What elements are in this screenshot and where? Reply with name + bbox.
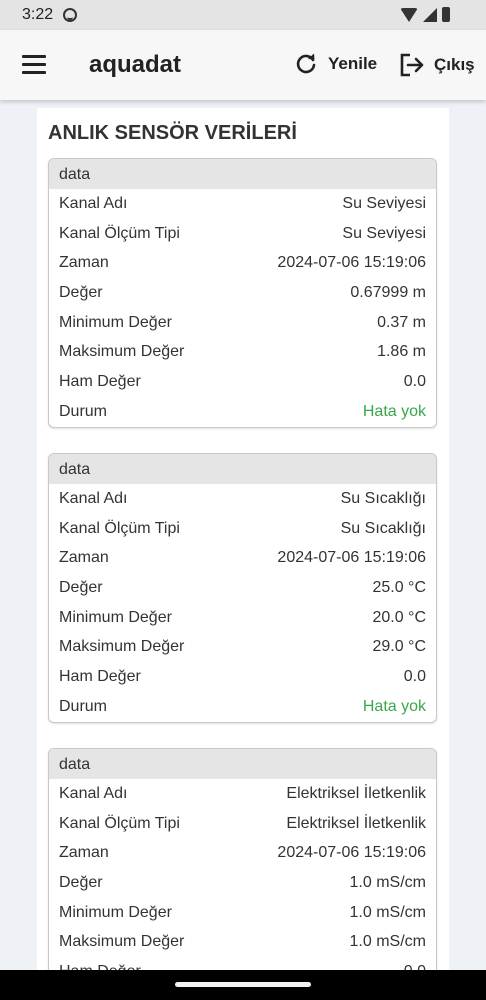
row-value: Su Sıcaklığı	[340, 489, 426, 507]
row-value: Su Seviyesi	[342, 194, 426, 212]
data-row: Maksimum Değer 29.0 °C	[49, 632, 436, 662]
row-label: Değer	[59, 283, 103, 301]
row-value: 2024-07-06 15:19:06	[277, 254, 426, 272]
data-row: Kanal Adı Elektriksel İletkenlik	[49, 779, 436, 809]
battery-icon	[442, 7, 450, 22]
data-row: Minimum Değer 20.0 °C	[49, 603, 436, 633]
navigation-bar	[0, 970, 486, 1000]
page-title: ANLIK SENSÖR VERİLERİ	[48, 122, 297, 144]
row-label: Değer	[59, 578, 103, 596]
row-label: Minimum Değer	[59, 313, 172, 331]
sensor-card: data Kanal Adı Su Sıcaklığı Kanal Ölçüm T…	[48, 453, 437, 723]
row-label: Kanal Ölçüm Tipi	[59, 519, 180, 537]
row-value: 1.0 mS/cm	[349, 933, 426, 951]
app-bar: aquadat Yenile Çıkış	[0, 30, 486, 100]
data-row: Minimum Değer 1.0 mS/cm	[49, 898, 436, 928]
row-value: 2024-07-06 15:19:06	[277, 844, 426, 862]
row-label: Kanal Adı	[59, 489, 128, 507]
row-label: Kanal Adı	[59, 784, 128, 802]
row-label: Minimum Değer	[59, 608, 172, 626]
data-row: Ham Değer 0.0	[49, 367, 436, 397]
data-row: Kanal Adı Su Seviyesi	[49, 189, 436, 219]
data-row: Değer 1.0 mS/cm	[49, 868, 436, 898]
data-row: Ham Değer 0.0	[49, 662, 436, 692]
sensor-card: data Kanal Adı Elektriksel İletkenlik Kan…	[48, 748, 437, 978]
status-badge: Hata yok	[362, 697, 426, 715]
row-value: 0.0	[403, 372, 426, 390]
row-value: Su Sıcaklığı	[340, 519, 426, 537]
data-row: Maksimum Değer 1.86 m	[49, 337, 436, 367]
status-bar: 3:22	[0, 0, 486, 30]
row-label: Ham Değer	[59, 372, 141, 390]
data-row: Minimum Değer 0.37 m	[49, 308, 436, 338]
data-row: Zaman 2024-07-06 15:19:06	[49, 838, 436, 868]
row-value: 1.86 m	[377, 343, 426, 361]
data-row: Durum Hata yok	[49, 397, 436, 427]
app-title: aquadat	[89, 51, 182, 78]
row-value: 1.0 mS/cm	[349, 903, 426, 921]
row-label: Maksimum Değer	[59, 343, 185, 361]
sensor-panel: ANLIK SENSÖR VERİLERİ data Kanal Adı Su S…	[37, 108, 449, 978]
card-header: data	[49, 454, 436, 484]
data-row: Kanal Ölçüm Tipi Elektriksel İletkenlik	[49, 809, 436, 839]
notification-icon	[63, 8, 78, 22]
refresh-icon	[296, 53, 316, 74]
row-value: 29.0 °C	[372, 638, 426, 656]
row-value: 1.0 mS/cm	[349, 873, 426, 891]
menu-icon[interactable]	[22, 55, 46, 75]
data-row: Kanal Ölçüm Tipi Su Seviyesi	[49, 219, 436, 249]
logout-icon	[400, 53, 424, 77]
row-label: Zaman	[59, 844, 109, 862]
row-label: Değer	[59, 873, 103, 891]
data-row: Değer 25.0 °C	[49, 573, 436, 603]
card-header: data	[49, 159, 436, 189]
row-label: Maksimum Değer	[59, 638, 185, 656]
sensor-card: data Kanal Adı Su Seviyesi Kanal Ölçüm Ti…	[48, 158, 437, 428]
row-label: Durum	[59, 402, 108, 420]
row-value: 0.67999 m	[350, 283, 426, 301]
row-label: Minimum Değer	[59, 903, 172, 921]
row-value: 20.0 °C	[372, 608, 426, 626]
refresh-label: Yenile	[328, 54, 378, 73]
signal-icon	[423, 7, 437, 22]
card-header: data	[49, 749, 436, 779]
home-indicator[interactable]	[175, 982, 311, 987]
row-label: Kanal Ölçüm Tipi	[59, 224, 180, 242]
data-row: Durum Hata yok	[49, 692, 436, 722]
logout-label: Çıkış	[434, 55, 475, 74]
row-label: Ham Değer	[59, 667, 141, 685]
refresh-button[interactable]: Yenile	[294, 52, 377, 76]
row-label: Durum	[59, 697, 108, 715]
row-value: Elektriksel İletkenlik	[286, 784, 426, 802]
row-label: Zaman	[59, 254, 109, 272]
wifi-icon	[400, 7, 418, 22]
status-time: 3:22	[22, 6, 54, 23]
row-value: Elektriksel İletkenlik	[286, 814, 426, 832]
data-row: Kanal Ölçüm Tipi Su Sıcaklığı	[49, 514, 436, 544]
status-badge: Hata yok	[362, 402, 426, 420]
row-label: Kanal Adı	[59, 194, 128, 212]
data-row: Zaman 2024-07-06 15:19:06	[49, 248, 436, 278]
data-row: Zaman 2024-07-06 15:19:06	[49, 543, 436, 573]
status-icons	[400, 7, 450, 22]
data-row: Kanal Adı Su Sıcaklığı	[49, 484, 436, 514]
row-value: 2024-07-06 15:19:06	[277, 549, 426, 567]
data-row: Maksimum Değer 1.0 mS/cm	[49, 927, 436, 957]
row-label: Zaman	[59, 549, 109, 567]
row-value: 0.0	[403, 667, 426, 685]
row-value: Su Seviyesi	[342, 224, 426, 242]
logout-button[interactable]: Çıkış	[398, 52, 475, 78]
row-value: 0.37 m	[377, 313, 426, 331]
data-row: Değer 0.67999 m	[49, 278, 436, 308]
row-label: Kanal Ölçüm Tipi	[59, 814, 180, 832]
row-label: Maksimum Değer	[59, 933, 185, 951]
row-value: 25.0 °C	[372, 578, 426, 596]
